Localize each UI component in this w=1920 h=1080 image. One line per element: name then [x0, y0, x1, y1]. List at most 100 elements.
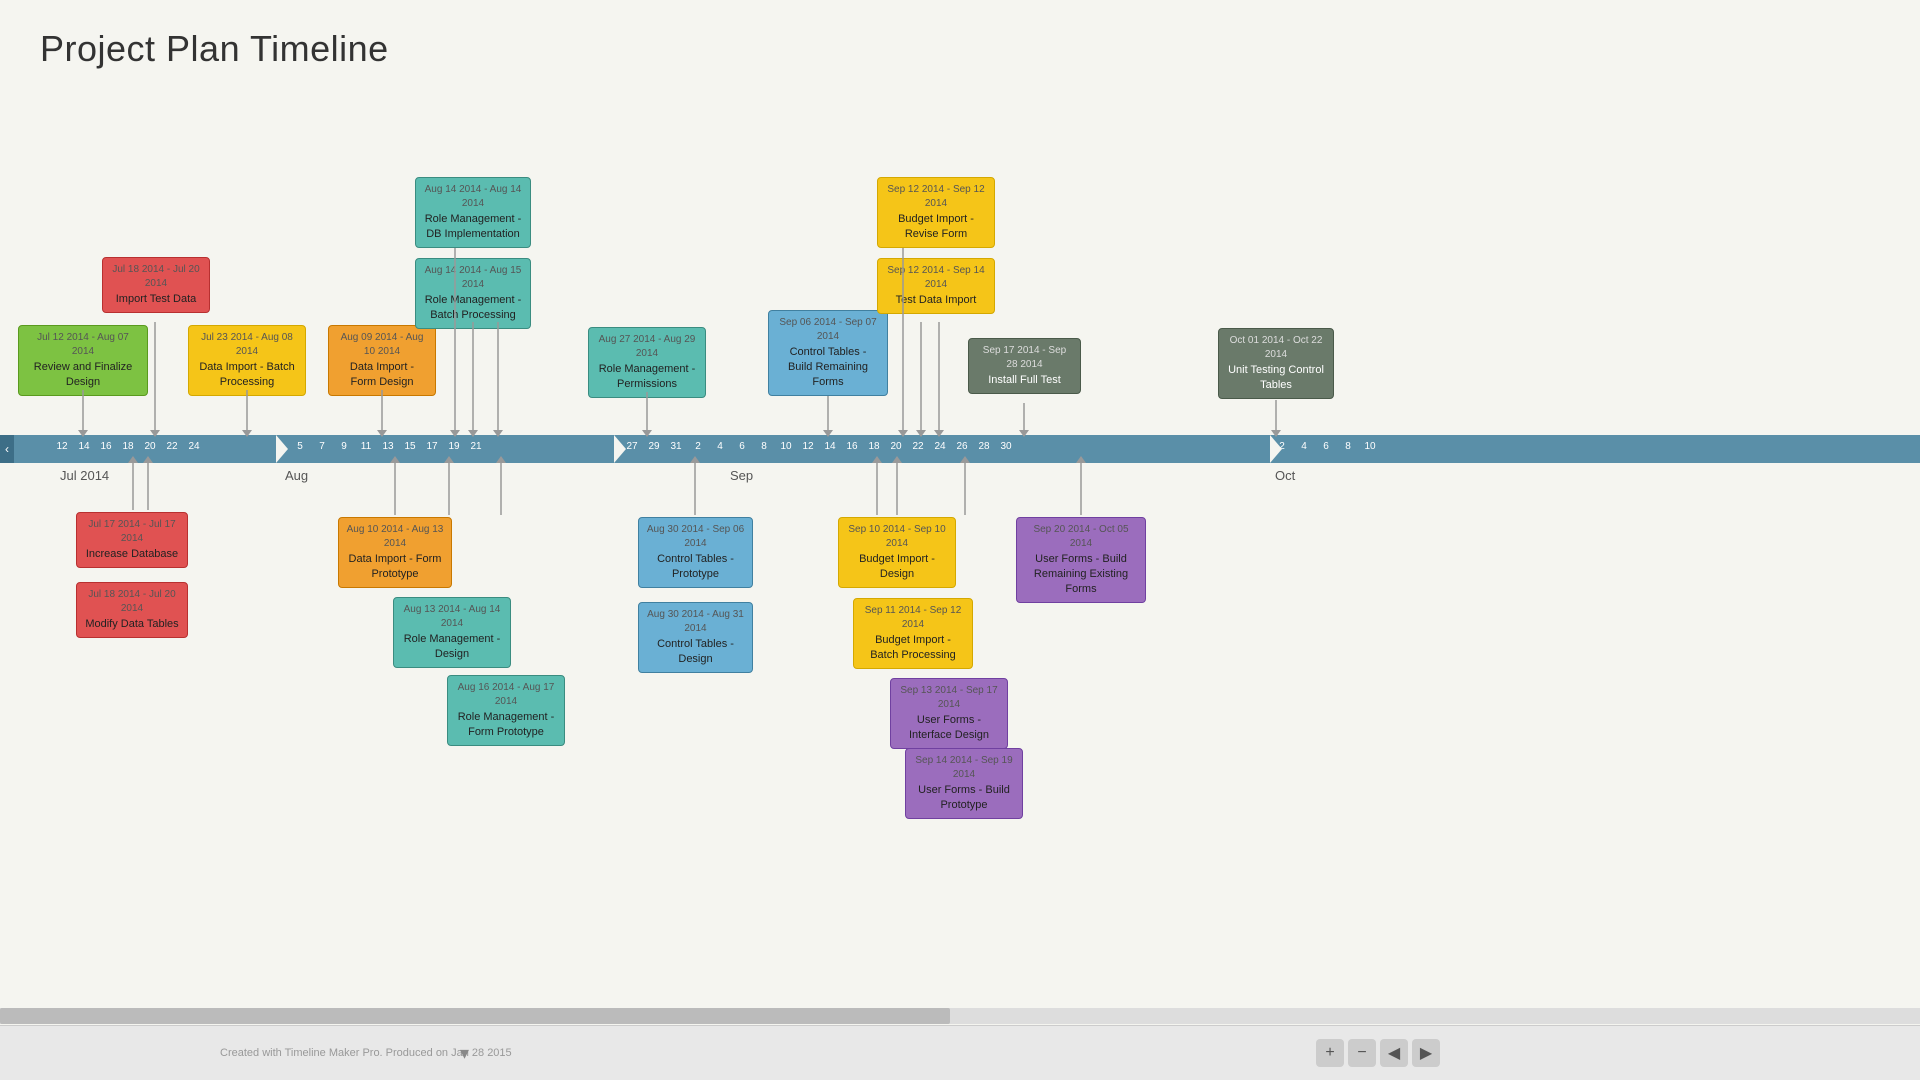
task-role-mgmt-form-proto[interactable]: Aug 16 2014 - Aug 17 2014 Role Managemen… [447, 675, 565, 746]
task-date: Jul 23 2014 - Aug 08 2014 [196, 331, 298, 358]
task-label: Budget Import - Design [859, 553, 935, 580]
task-date: Aug 14 2014 - Aug 14 2014 [423, 183, 523, 210]
task-date: Aug 30 2014 - Aug 31 2014 [646, 608, 745, 635]
tick-28-sep: 28 [978, 441, 989, 452]
tick-8-oct: 8 [1345, 441, 1351, 452]
tick-19: 19 [448, 441, 459, 452]
tick-26-sep: 26 [956, 441, 967, 452]
tick-29: 29 [648, 441, 659, 452]
tick-15: 15 [404, 441, 415, 452]
scrollbar-thumb[interactable] [0, 1008, 950, 1024]
task-date: Jul 17 2014 - Jul 17 2014 [84, 518, 180, 545]
task-label: Data Import - Form Prototype [349, 553, 442, 580]
task-label: Control Tables - Prototype [657, 553, 734, 580]
task-date: Sep 14 2014 - Sep 19 2014 [913, 754, 1015, 781]
task-data-import-form-proto[interactable]: Aug 10 2014 - Aug 13 2014 Data Import - … [338, 517, 452, 588]
task-label: Role Management - DB Implementation [425, 213, 522, 240]
task-install-full-test[interactable]: Sep 17 2014 - Sep 28 2014 Install Full T… [968, 338, 1081, 394]
tick-20: 20 [144, 441, 155, 452]
tick-22-sep: 22 [912, 441, 923, 452]
page-title: Project Plan Timeline [40, 28, 389, 70]
tick-12-sep: 12 [802, 441, 813, 452]
tick-17: 17 [426, 441, 437, 452]
tick-6-oct: 6 [1323, 441, 1329, 452]
month-jul: Jul 2014 [60, 468, 109, 483]
task-label: Data Import - Batch Processing [199, 361, 294, 388]
tick-14: 14 [78, 441, 89, 452]
task-date: Sep 12 2014 - Sep 12 2014 [885, 183, 987, 210]
task-label: Control Tables - Design [657, 638, 734, 665]
task-date: Sep 12 2014 - Sep 14 2014 [885, 264, 987, 291]
task-label: User Forms - Build Prototype [918, 784, 1010, 811]
task-review-finalize[interactable]: Jul 12 2014 - Aug 07 2014 Review and Fin… [18, 325, 148, 396]
task-label: Budget Import - Batch Processing [870, 634, 956, 661]
task-date: Aug 13 2014 - Aug 14 2014 [401, 603, 503, 630]
tick-14-sep: 14 [824, 441, 835, 452]
tick-7: 7 [319, 441, 325, 452]
task-label: Role Management - Design [404, 633, 501, 660]
task-label: Role Management - Batch Processing [425, 294, 522, 321]
month-sep-aug-sep [614, 435, 626, 463]
task-user-forms-remaining[interactable]: Sep 20 2014 - Oct 05 2014 User Forms - B… [1016, 517, 1146, 603]
task-date: Sep 13 2014 - Sep 17 2014 [898, 684, 1000, 711]
task-date: Sep 17 2014 - Sep 28 2014 [976, 344, 1073, 371]
task-budget-design[interactable]: Sep 10 2014 - Sep 10 2014 Budget Import … [838, 517, 956, 588]
month-sep: Sep [730, 468, 753, 483]
tick-8-sep: 8 [761, 441, 767, 452]
scrollbar-track[interactable] [0, 1008, 1920, 1024]
task-role-mgmt-batch[interactable]: Aug 14 2014 - Aug 15 2014 Role Managemen… [415, 258, 531, 329]
task-label: Increase Database [86, 548, 178, 560]
task-budget-batch[interactable]: Sep 11 2014 - Sep 12 2014 Budget Import … [853, 598, 973, 669]
task-date: Jul 12 2014 - Aug 07 2014 [26, 331, 140, 358]
task-label: Role Management - Permissions [599, 363, 696, 390]
task-date: Sep 11 2014 - Sep 12 2014 [861, 604, 965, 631]
task-modify-data[interactable]: Jul 18 2014 - Jul 20 2014 Modify Data Ta… [76, 582, 188, 638]
task-import-test[interactable]: Jul 18 2014 - Jul 20 2014 Import Test Da… [102, 257, 210, 313]
month-sep-sep-oct [1270, 435, 1282, 463]
timeline-area: ‹ 12 14 16 18 20 22 24 5 7 9 11 13 15 17… [0, 80, 1920, 1020]
pan-right-button[interactable]: ▶ [1412, 1039, 1440, 1067]
task-label: Modify Data Tables [85, 618, 178, 630]
task-control-tables-proto[interactable]: Aug 30 2014 - Sep 06 2014 Control Tables… [638, 517, 753, 588]
task-data-import-batch-above[interactable]: Jul 23 2014 - Aug 08 2014 Data Import - … [188, 325, 306, 396]
month-sep-jul-aug [276, 435, 288, 463]
tick-21: 21 [470, 441, 481, 452]
tick-4-oct: 4 [1301, 441, 1307, 452]
task-label: Install Full Test [988, 374, 1061, 386]
task-role-mgmt-design[interactable]: Aug 13 2014 - Aug 14 2014 Role Managemen… [393, 597, 511, 668]
pan-left-button[interactable]: ◀ [1380, 1039, 1408, 1067]
tick-18-sep: 18 [868, 441, 879, 452]
nav-controls: + − ◀ ▶ [1316, 1039, 1440, 1067]
task-date: Sep 20 2014 - Oct 05 2014 [1024, 523, 1138, 550]
task-label: Review and Finalize Design [34, 361, 132, 388]
tick-12: 12 [56, 441, 67, 452]
zoom-in-button[interactable]: + [1316, 1039, 1344, 1067]
task-label: Test Data Import [896, 294, 977, 306]
task-control-tables-remaining[interactable]: Sep 06 2014 - Sep 07 2014 Control Tables… [768, 310, 888, 396]
task-role-mgmt-perms[interactable]: Aug 27 2014 - Aug 29 2014 Role Managemen… [588, 327, 706, 398]
zoom-out-button[interactable]: − [1348, 1039, 1376, 1067]
tick-6-sep: 6 [739, 441, 745, 452]
task-user-forms-proto[interactable]: Sep 14 2014 - Sep 19 2014 User Forms - B… [905, 748, 1023, 819]
task-label: Import Test Data [116, 293, 197, 305]
task-unit-test-control[interactable]: Oct 01 2014 - Oct 22 2014 Unit Testing C… [1218, 328, 1334, 399]
task-label: Budget Import - Revise Form [898, 213, 974, 240]
task-date: Aug 09 2014 - Aug 10 2014 [336, 331, 428, 358]
scroll-down-indicator[interactable]: ▾ [460, 1043, 469, 1064]
task-data-import-form-above[interactable]: Aug 09 2014 - Aug 10 2014 Data Import - … [328, 325, 436, 396]
tick-30-sep: 30 [1000, 441, 1011, 452]
tick-22: 22 [166, 441, 177, 452]
task-test-data-import[interactable]: Sep 12 2014 - Sep 14 2014 Test Data Impo… [877, 258, 995, 314]
tick-5: 5 [297, 441, 303, 452]
month-oct: Oct [1275, 468, 1295, 483]
task-increase-database[interactable]: Jul 17 2014 - Jul 17 2014 Increase Datab… [76, 512, 188, 568]
task-date: Aug 30 2014 - Sep 06 2014 [646, 523, 745, 550]
timeline-left-nav[interactable]: ‹ [0, 435, 14, 463]
task-user-forms-interface[interactable]: Sep 13 2014 - Sep 17 2014 User Forms - I… [890, 678, 1008, 749]
tick-4-sep: 4 [717, 441, 723, 452]
task-budget-revise[interactable]: Sep 12 2014 - Sep 12 2014 Budget Import … [877, 177, 995, 248]
bottom-bar: Created with Timeline Maker Pro. Produce… [0, 1025, 1920, 1080]
tick-11: 11 [361, 441, 371, 452]
task-role-mgmt-db[interactable]: Aug 14 2014 - Aug 14 2014 Role Managemen… [415, 177, 531, 248]
task-control-tables-design[interactable]: Aug 30 2014 - Aug 31 2014 Control Tables… [638, 602, 753, 673]
